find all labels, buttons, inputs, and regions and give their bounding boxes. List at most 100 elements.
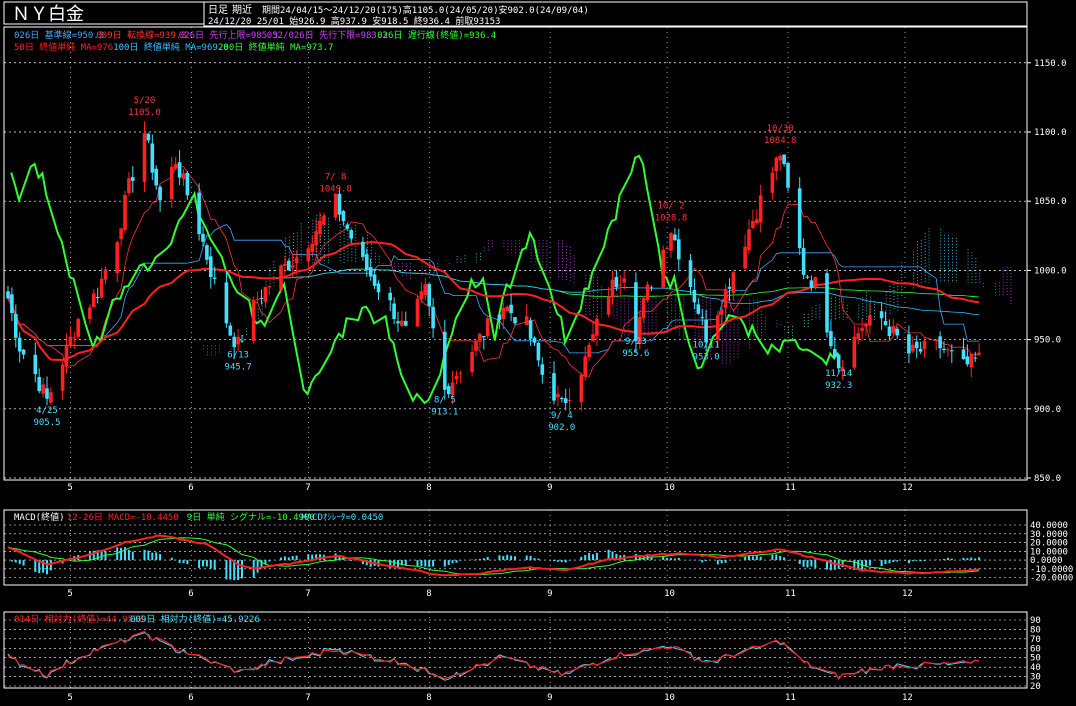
candle-body (170, 166, 174, 200)
candle-body (365, 254, 369, 271)
candle-body (556, 393, 560, 398)
candle-body (716, 315, 720, 340)
legend1-item: 026日 遅行線(終値)=936.4 (377, 29, 496, 41)
candle-body (743, 246, 747, 269)
tick-label-month: 6 (188, 693, 193, 703)
tick-label-month: 12 (902, 693, 913, 703)
candle-body (895, 328, 899, 336)
candle-body (318, 220, 322, 235)
candle-body (505, 306, 509, 312)
tick-label-month: 7 (305, 693, 310, 703)
candle-body (704, 319, 708, 343)
annotation-date: 10/ 2 (657, 202, 684, 212)
candle-body (209, 256, 213, 278)
candle-body (181, 173, 186, 179)
candle-body (115, 242, 119, 274)
candle-body (236, 336, 240, 345)
tick-label-month: 9 (547, 693, 552, 703)
annotation-date: 10/11 (693, 340, 720, 350)
ichimoku-cloud (191, 214, 1012, 365)
candle-body (918, 348, 923, 352)
candle-body (478, 333, 482, 342)
candle-body (150, 143, 155, 173)
candle-body (322, 215, 326, 225)
candle-body (14, 313, 18, 338)
tick-label-y: 850.0 (1034, 474, 1061, 484)
candle-body (361, 241, 365, 257)
candle-body (524, 316, 529, 326)
rsi-chart: 9080706050403020 (4, 616, 1041, 692)
candle-body (41, 384, 45, 394)
candle-body (6, 291, 10, 299)
candle-body (474, 340, 478, 351)
candle-body (673, 234, 677, 241)
annotation-value: 905.5 (33, 418, 60, 428)
candle-body (212, 277, 217, 279)
header: ＮＹ白金 日足 期近 期間24/04/15～24/12/20(175)高1105… (3, 1, 1028, 27)
candle-body (88, 307, 92, 319)
legend-macd-item: 12-26日 MACD=-10.4450 (67, 512, 179, 523)
candle-body (501, 307, 506, 319)
tick-label-y: 1050.0 (1034, 197, 1067, 207)
candle-body (731, 272, 736, 293)
candle-body (177, 162, 182, 178)
candle-body (60, 364, 65, 391)
legend-macd-item: 9日 単純 シグナル=-10.4900 (187, 511, 315, 523)
tick-label-month: 11 (785, 483, 796, 493)
candle-body (786, 163, 790, 188)
tick-label-month: 9 (547, 589, 552, 599)
tick-label-month: 12 (902, 589, 913, 599)
tick-label-month: 6 (188, 483, 193, 493)
candle-body (372, 274, 377, 286)
annotation-date: 8/ 5 (434, 396, 456, 406)
candle-body (337, 193, 342, 215)
annotation-value: 1084.8 (764, 136, 797, 146)
candle-body (368, 267, 373, 277)
candle-body (809, 280, 814, 288)
candle-body (677, 239, 681, 260)
legend-line2: 50日 終値単純 MA=976.0100日 終値単純 MA=969.6200日 … (14, 41, 333, 53)
tick-label-y: 900.0 (1034, 405, 1061, 415)
tick-label-month: 9 (547, 483, 552, 493)
annotation-value: 1105.0 (128, 108, 161, 118)
annotation-date: 10/30 (767, 124, 794, 134)
chart: ＮＹ白金 日足 期近 期間24/04/15～24/12/20(175)高1105… (3, 1, 1073, 703)
annotation-date: 5/20 (134, 96, 156, 106)
candle-body (294, 257, 299, 264)
candle-body (552, 373, 556, 401)
candle-body (719, 309, 724, 315)
annotation-value: 932.3 (825, 381, 852, 391)
candle-body (17, 337, 22, 352)
candle-body (119, 228, 123, 240)
candle-body (813, 276, 818, 288)
candle-body (825, 273, 829, 333)
macd-tick-label: -20.0000 (1030, 574, 1073, 584)
candle-body (99, 278, 104, 298)
tick-label-month: 8 (426, 589, 431, 599)
candle-body (64, 344, 69, 367)
candle-body (961, 349, 966, 360)
candle-body (622, 278, 626, 283)
candle-body (801, 247, 806, 275)
legend1-item: 009日 転換線=939.3 (96, 29, 186, 41)
candle-body (591, 334, 595, 342)
candle-body (614, 276, 619, 288)
tick-label-month: 5 (67, 693, 72, 703)
candle-body (45, 388, 49, 399)
candle-body (891, 325, 896, 334)
legend2-item: 200日 終値単純 MA=973.7 (218, 41, 333, 53)
candle-body (341, 210, 346, 222)
candle-body (747, 229, 751, 251)
candle-body (251, 300, 256, 341)
tick-label-month: 11 (785, 693, 796, 703)
annotation-value: 1049.8 (319, 184, 352, 194)
annotation-date: 4/25 (36, 406, 58, 416)
candle-body (470, 352, 474, 373)
candle-body (232, 336, 236, 348)
tick-label-y: 1100.0 (1034, 128, 1067, 138)
candle-body (228, 325, 233, 336)
period-info: 期間24/04/15～24/12/20(175)高1105.0(24/05/20… (262, 4, 589, 16)
macd-chart: 40.000030.000020.000010.00000.0000-10.00… (4, 521, 1073, 584)
tick-label-month: 10 (664, 693, 675, 703)
candle-body (879, 311, 884, 319)
